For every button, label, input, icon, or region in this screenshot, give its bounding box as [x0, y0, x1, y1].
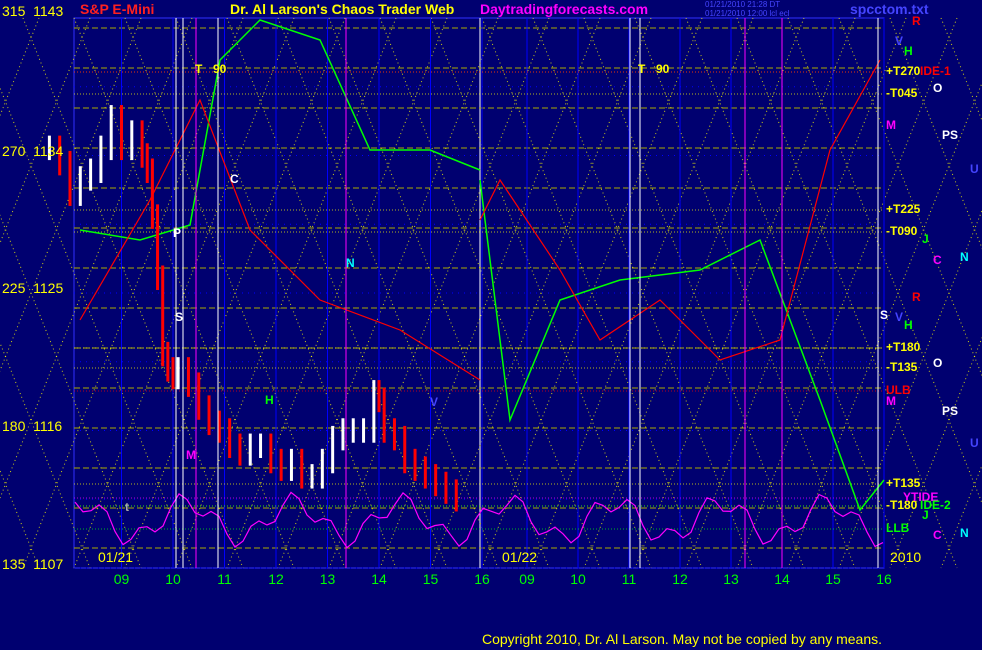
- level-label-t225: +T225: [886, 202, 921, 216]
- x-tick-day1-13: 13: [319, 571, 336, 587]
- y-tick-1143: 315 1143: [2, 3, 64, 19]
- timeline-label-N: N: [346, 256, 355, 270]
- date-label-1: 01/21: [98, 549, 134, 565]
- x-tick-day2-09: 09: [519, 571, 535, 587]
- y-tick-1125: 225 1125: [2, 280, 64, 296]
- y-tick-1107: 135 1107: [2, 556, 64, 572]
- timeline-label-P: P: [173, 226, 182, 240]
- level-label-llb: LLB: [886, 521, 910, 535]
- level-label-t045: -T045: [886, 86, 918, 100]
- x-tick-day1-15: 15: [422, 571, 439, 587]
- x-tick-day1-11: 11: [217, 571, 232, 587]
- page-title: Dr. Al Larson's Chaos Trader Web: [230, 1, 455, 17]
- planet-label-h: H: [904, 44, 913, 58]
- x-tick-day2-15: 15: [825, 571, 841, 587]
- x-tick-day2-13: 13: [723, 571, 739, 587]
- diagonal-grid-line: [940, 464, 982, 569]
- planet-label-h: H: [904, 318, 913, 332]
- diagonal-grid-line: [940, 17, 982, 122]
- planet-label-r: R: [912, 14, 921, 28]
- timeline-label-S: S: [175, 310, 184, 324]
- timestamp-2: 01/21/2010 12:00 lcl ecl: [705, 9, 790, 18]
- planet-label-v: V: [895, 34, 904, 48]
- x-tick-day2-14: 14: [774, 571, 790, 587]
- level-label-ide1: IDE-1: [920, 64, 951, 78]
- planet-label-ps: PS: [942, 128, 959, 142]
- x-tick-day1-14: 14: [371, 571, 387, 587]
- website-link[interactable]: Daytradingforecasts.com: [480, 1, 648, 17]
- diagonal-grid-line: [787, 17, 982, 505]
- diagonal-grid-line: [787, 81, 982, 569]
- timestamp-1: 01/21/2010 21:28 DT: [705, 0, 781, 9]
- x-tick-day2-12: 12: [672, 571, 688, 587]
- timeline-label-T: T: [638, 62, 646, 76]
- y-tick-1116: 180 1116: [2, 418, 63, 434]
- level-label-t090: -T090: [886, 224, 918, 238]
- planet-label-o: O: [933, 81, 943, 95]
- planet-label-m: M: [886, 118, 896, 132]
- chaos-chart: [0, 17, 982, 569]
- grid-lines: [0, 17, 982, 569]
- x-tick-day1-16: 16: [474, 571, 490, 587]
- level-label-t180: +T180: [886, 340, 921, 354]
- copyright-footer: Copyright 2010, Dr. Al Larson. May not b…: [482, 631, 883, 647]
- timeline-label-t: t: [125, 500, 129, 514]
- planet-label-j: J: [922, 508, 929, 522]
- planet-label-ps: PS: [942, 404, 959, 418]
- green-cycle-line-1: [79, 19, 481, 241]
- x-tick-day2-10: 10: [570, 571, 586, 587]
- planet-label-u: U: [970, 436, 979, 450]
- planet-label-r: R: [912, 290, 921, 304]
- year-label: 2010: [890, 549, 922, 565]
- y-tick-1134: 270 1134: [2, 143, 64, 159]
- planet-label-m: M: [886, 394, 896, 408]
- planet-label-u: U: [970, 162, 979, 176]
- green-cycle-line-2: [479, 179, 885, 512]
- planet-label-n: N: [960, 250, 969, 264]
- x-tick-day2-16: 16: [876, 571, 892, 587]
- timeline-label-M: M: [186, 448, 196, 462]
- level-label-t135: +T135: [886, 476, 921, 490]
- planet-label-n: N: [960, 526, 969, 540]
- timeline-label-C: C: [230, 172, 239, 186]
- date-label-2: 01/22: [502, 549, 538, 565]
- symbol-title: S&P E-Mini: [80, 1, 155, 17]
- x-tick-day1-10: 10: [165, 571, 181, 587]
- level-label-t135: -T135: [886, 360, 918, 374]
- timeline-label-V: V: [430, 395, 439, 409]
- x-tick-day2-11: 11: [621, 571, 637, 587]
- planet-label-o: O: [933, 356, 943, 370]
- planet-label-j: J: [922, 232, 929, 246]
- planet-label-c: C: [933, 253, 942, 267]
- timeline-label-T: T: [195, 62, 203, 76]
- planet-label-s: S: [880, 308, 889, 322]
- x-tick-day1-09: 09: [113, 571, 130, 587]
- timeline-label-extra: 90: [656, 62, 670, 76]
- level-label-t270: +T270: [886, 64, 921, 78]
- x-tick-day1-12: 12: [268, 571, 284, 587]
- planet-label-c: C: [933, 528, 942, 542]
- timeline-label-extra: 90: [213, 62, 227, 76]
- planet-label-v: V: [895, 310, 904, 324]
- timeline-label-H: H: [265, 393, 274, 407]
